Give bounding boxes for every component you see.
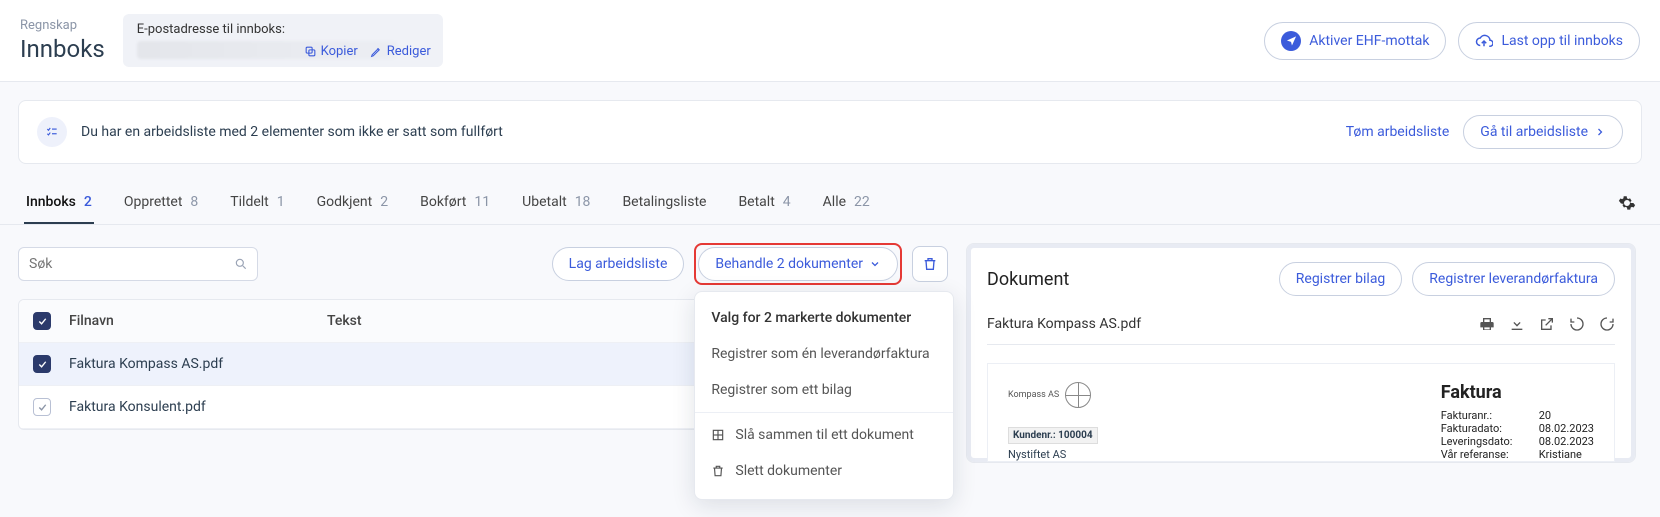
dropdown-register-supplier-invoice[interactable]: Registrer som én leverandørfaktura	[695, 336, 953, 372]
column-filename: Filnavn	[69, 313, 309, 329]
process-documents-dropdown: Valg for 2 markerte dokumenter Registrer…	[694, 291, 954, 500]
tab-godkjent[interactable]: Godkjent2	[315, 182, 390, 224]
row-filename: Faktura Kompass AS.pdf	[69, 356, 309, 372]
goto-worklist-button[interactable]: Gå til arbeidsliste	[1463, 115, 1623, 149]
trash-icon	[711, 464, 725, 478]
preview-invoice-title: Faktura	[1441, 382, 1594, 403]
crosshair-icon	[1065, 382, 1091, 408]
register-supplier-invoice-button[interactable]: Registrer leverandørfaktura	[1412, 262, 1615, 296]
tab-ubetalt[interactable]: Ubetalt18	[520, 182, 592, 224]
copy-icon	[304, 45, 317, 58]
tab-innboks[interactable]: Innboks2	[24, 182, 94, 224]
pdf-preview: Kompass AS Kundenr.: 100004 Nystiftet AS…	[987, 363, 1615, 462]
tab-betalingsliste[interactable]: Betalingsliste	[620, 182, 708, 224]
row-checkbox[interactable]	[33, 355, 51, 373]
tab-tildelt[interactable]: Tildelt1	[228, 182, 286, 224]
send-icon	[1281, 31, 1301, 51]
breadcrumb: Regnskap	[20, 18, 105, 33]
settings-gear-icon[interactable]	[1618, 182, 1636, 224]
tab-betalt[interactable]: Betalt4	[736, 182, 792, 224]
activate-ehf-button[interactable]: Aktiver EHF-mottak	[1264, 22, 1446, 60]
print-icon[interactable]	[1479, 316, 1495, 332]
worklist-banner: Du har en arbeidsliste med 2 elementer s…	[18, 100, 1642, 164]
rotate-cw-icon[interactable]	[1599, 316, 1615, 332]
preview-company-logo: Kompass AS	[1008, 382, 1098, 408]
tab-bokført[interactable]: Bokført11	[418, 182, 492, 224]
file-bar: Faktura Kompass AS.pdf	[987, 310, 1615, 345]
register-voucher-button[interactable]: Registrer bilag	[1279, 262, 1403, 296]
page-title-block: Regnskap Innboks	[20, 18, 105, 63]
open-external-icon[interactable]	[1539, 316, 1555, 332]
tab-opprettet[interactable]: Opprettet8	[122, 182, 200, 224]
preview-filename: Faktura Kompass AS.pdf	[987, 316, 1141, 332]
edit-email-link[interactable]: Rediger	[370, 44, 431, 59]
preview-customer-number: Kundenr.: 100004	[1008, 427, 1098, 444]
preview-customer-name: Nystiftet AS	[1008, 448, 1098, 461]
search-input[interactable]	[18, 247, 258, 281]
dropdown-delete[interactable]: Slett dokumenter	[695, 453, 953, 489]
rotate-ccw-icon[interactable]	[1569, 316, 1585, 332]
document-panel: Dokument Registrer bilag Registrer lever…	[966, 243, 1636, 463]
cloud-upload-icon	[1475, 32, 1493, 50]
banner-text: Du har en arbeidsliste med 2 elementer s…	[81, 124, 503, 140]
chevron-right-icon	[1594, 126, 1606, 138]
clear-worklist-link[interactable]: Tøm arbeidsliste	[1346, 124, 1450, 140]
merge-icon	[711, 428, 725, 442]
chevron-down-icon	[869, 258, 881, 270]
header: Regnskap Innboks E-postadresse til innbo…	[0, 0, 1660, 82]
list-toolbar: Lag arbeidsliste Behandle 2 dokumenter V…	[18, 243, 948, 285]
row-filename: Faktura Konsulent.pdf	[69, 399, 309, 415]
process-documents-highlight: Behandle 2 dokumenter	[694, 243, 902, 285]
process-documents-button[interactable]: Behandle 2 dokumenter	[698, 247, 898, 281]
pencil-icon	[370, 45, 383, 58]
inbox-email-label: E-postadresse til innboks:	[137, 22, 429, 37]
upload-button[interactable]: Last opp til innboks	[1458, 22, 1640, 60]
checklist-icon	[37, 117, 67, 147]
archive-trash-button[interactable]	[912, 246, 948, 282]
dropdown-title: Valg for 2 markerte dokumenter	[695, 302, 953, 336]
tabs: Innboks2 Opprettet8 Tildelt1 Godkjent2 Bokfø…	[0, 182, 1660, 225]
row-checkbox[interactable]	[33, 398, 51, 416]
dropdown-register-voucher[interactable]: Registrer som ett bilag	[695, 372, 953, 408]
copy-email-link[interactable]: Kopier	[304, 44, 358, 59]
document-heading: Dokument	[987, 269, 1069, 290]
dropdown-merge[interactable]: Slå sammen til ett dokument	[695, 417, 953, 453]
search-icon	[234, 257, 248, 271]
make-worklist-button[interactable]: Lag arbeidsliste	[552, 247, 685, 281]
inbox-email-block: E-postadresse til innboks: Kopier Redige…	[123, 14, 443, 67]
tab-alle[interactable]: Alle22	[821, 182, 872, 224]
select-all-checkbox[interactable]	[33, 312, 51, 330]
search-box	[18, 247, 258, 281]
download-icon[interactable]	[1509, 316, 1525, 332]
page-title: Innboks	[20, 35, 105, 63]
